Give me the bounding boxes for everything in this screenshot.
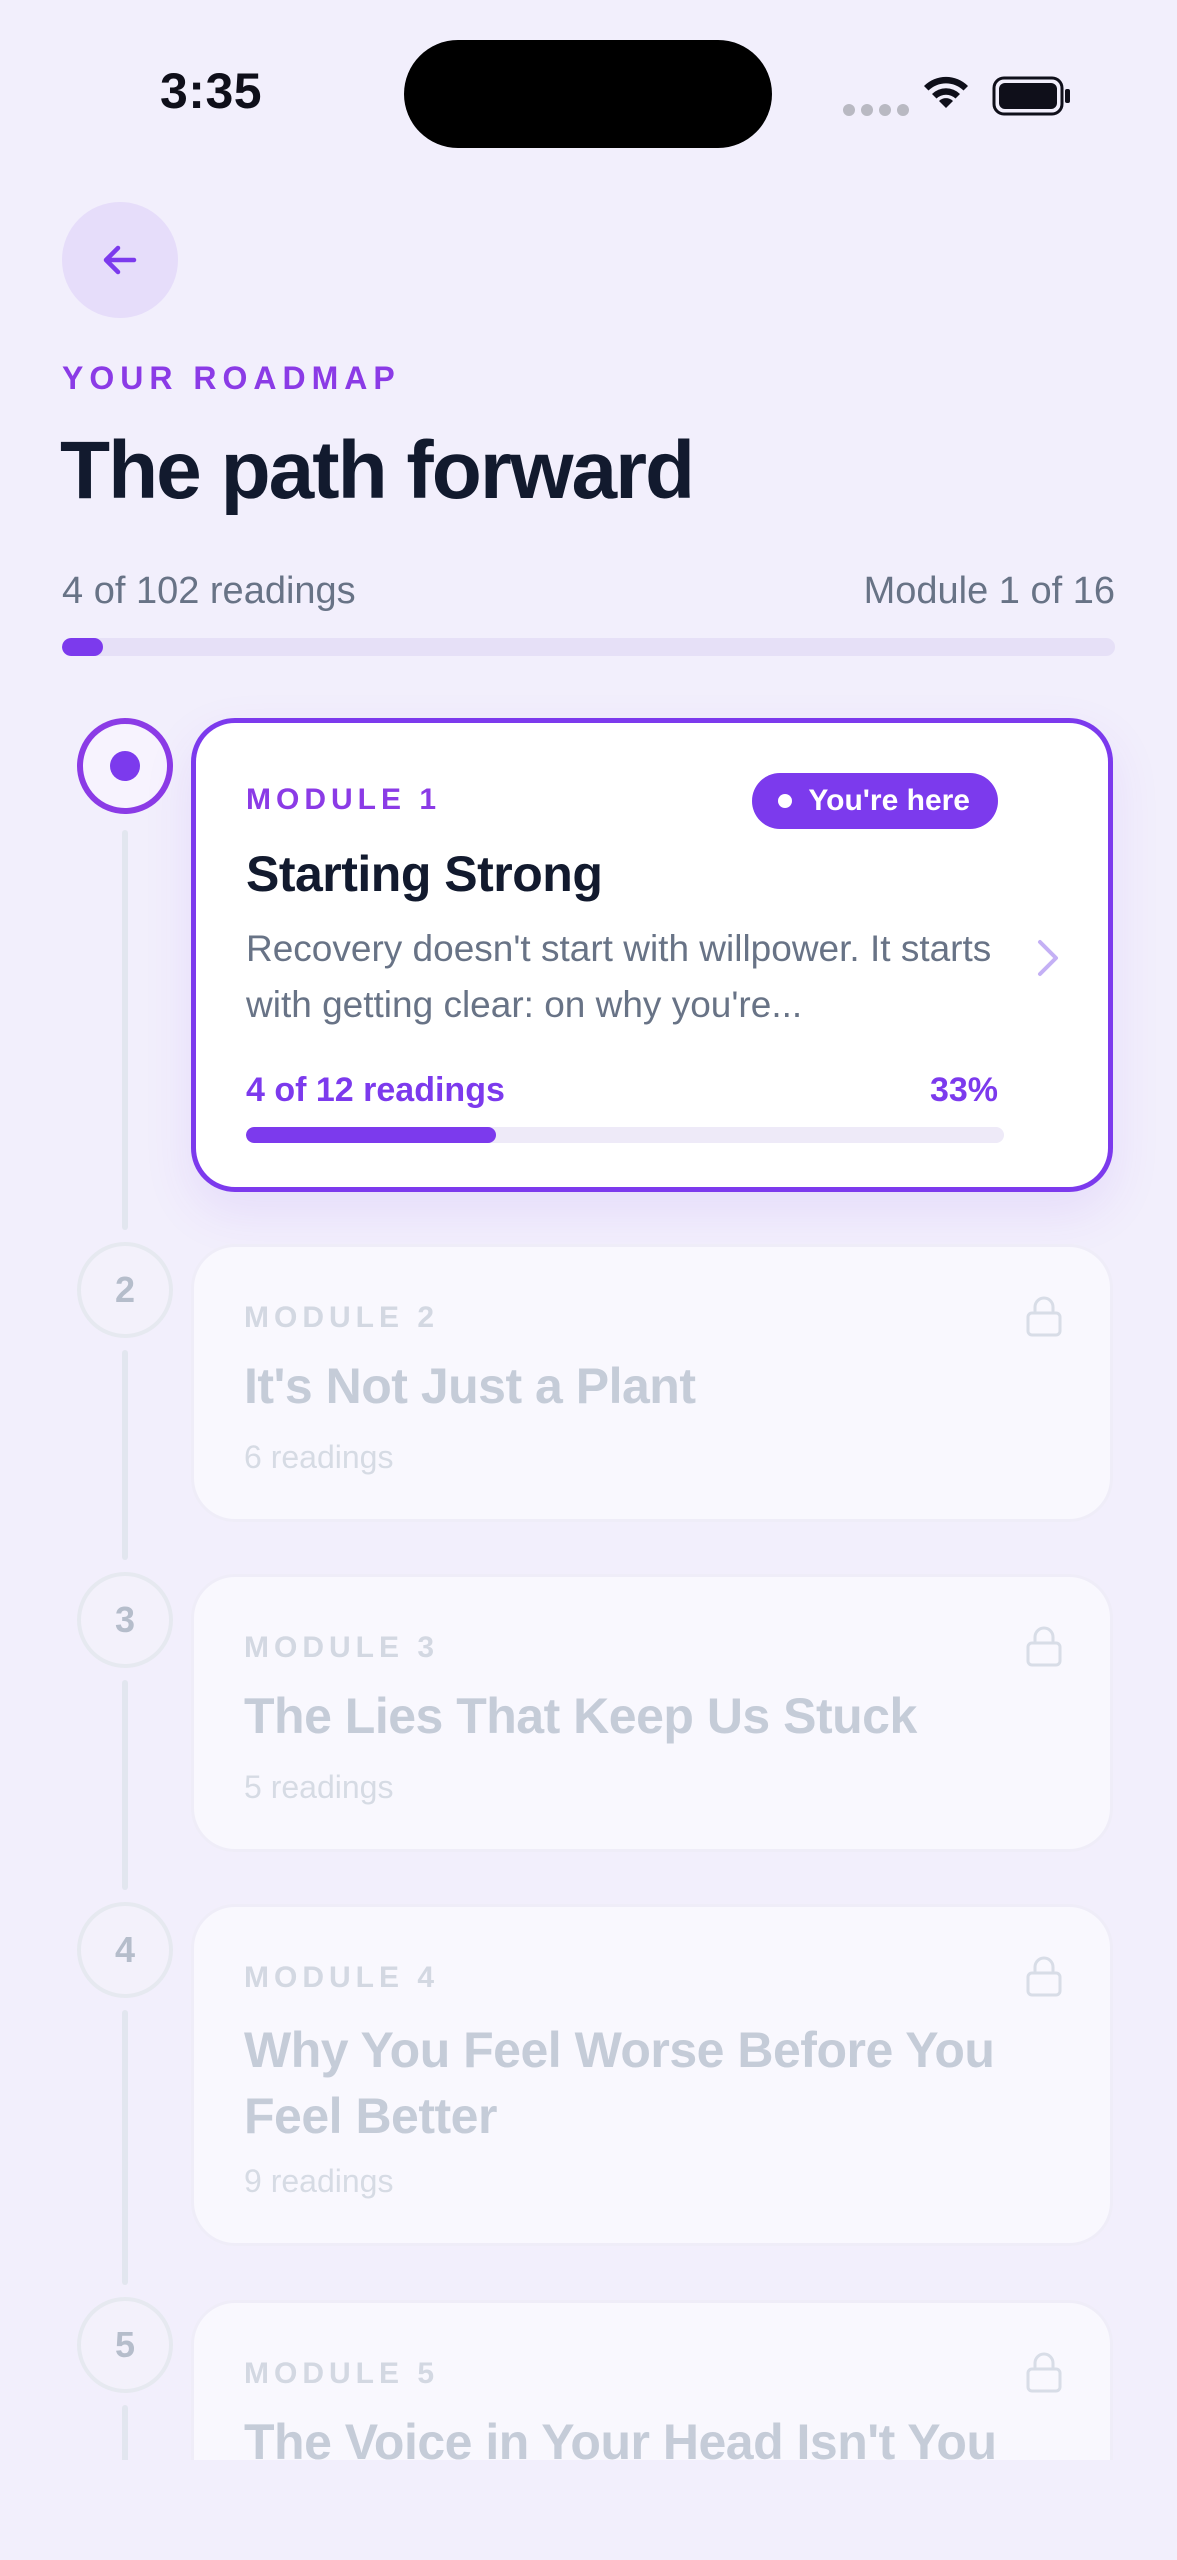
readings-progress-text: 4 of 102 readings bbox=[62, 570, 356, 612]
timeline-node-3: 3 bbox=[77, 1572, 173, 1668]
module-progress-percent: 33% bbox=[929, 1071, 998, 1109]
module-title: Starting Strong bbox=[246, 846, 603, 902]
module-card-1[interactable]: MODULE 1 You're here Starting Strong Rec… bbox=[191, 718, 1113, 1192]
module-readings-count: 6 readings bbox=[244, 1439, 394, 1475]
lock-icon bbox=[1026, 1296, 1062, 1337]
timeline-connector bbox=[122, 830, 128, 1230]
section-eyebrow: YOUR ROADMAP bbox=[62, 360, 401, 396]
timeline-connector bbox=[122, 2405, 128, 2465]
bottom-safe-area bbox=[0, 2460, 1177, 2560]
arrow-left-icon bbox=[103, 245, 137, 275]
overall-progress-fill bbox=[62, 638, 104, 656]
module-progress-bar bbox=[246, 1127, 1004, 1143]
lock-icon bbox=[1026, 1956, 1062, 1997]
module-position-text: Module 1 of 16 bbox=[863, 570, 1115, 612]
timeline-connector bbox=[122, 2010, 128, 2285]
cellular-signal-icon bbox=[843, 104, 909, 118]
lock-icon bbox=[1026, 1626, 1062, 1667]
timeline-connector bbox=[122, 1680, 128, 1890]
module-label: MODULE 4 bbox=[244, 1961, 440, 1994]
timeline-node-4: 4 bbox=[77, 1902, 173, 1998]
module-readings-count: 5 readings bbox=[244, 1769, 394, 1805]
module-label: MODULE 3 bbox=[244, 1631, 440, 1664]
timeline-node-current bbox=[77, 718, 173, 814]
module-label: MODULE 2 bbox=[244, 1301, 440, 1334]
module-title: The Lies That Keep Us Stuck bbox=[244, 1688, 917, 1744]
battery-icon bbox=[992, 76, 1070, 116]
module-title: It's Not Just a Plant bbox=[244, 1358, 696, 1414]
module-card-2[interactable]: MODULE 2 It's Not Just a Plant 6 reading… bbox=[191, 1244, 1113, 1522]
module-description: Recovery doesn't start with willpower. I… bbox=[246, 928, 992, 1025]
module-readings-count: 9 readings bbox=[244, 2163, 394, 2199]
module-readings-progress: 4 of 12 readings bbox=[246, 1071, 505, 1109]
page-title: The path forward bbox=[60, 425, 695, 516]
module-card-3[interactable]: MODULE 3 The Lies That Keep Us Stuck 5 r… bbox=[191, 1574, 1113, 1852]
module-label: MODULE 1 bbox=[246, 783, 442, 816]
badge-label: You're here bbox=[808, 784, 970, 817]
current-module-badge: You're here bbox=[752, 773, 998, 829]
timeline-connector bbox=[122, 1350, 128, 1560]
module-title: Why You Feel Worse Before You Feel Bette… bbox=[244, 2022, 995, 2144]
dynamic-island bbox=[404, 40, 772, 148]
timeline-node-5: 5 bbox=[77, 2297, 173, 2393]
chevron-right-icon bbox=[1038, 940, 1058, 976]
back-button[interactable] bbox=[62, 202, 178, 318]
module-label: MODULE 5 bbox=[244, 2357, 440, 2390]
lock-icon bbox=[1026, 2352, 1062, 2393]
overall-progress-bar bbox=[62, 638, 1115, 656]
module-progress-fill bbox=[246, 1127, 497, 1143]
timeline-node-2: 2 bbox=[77, 1242, 173, 1338]
status-time: 3:35 bbox=[160, 63, 263, 119]
wifi-icon bbox=[924, 76, 968, 108]
module-card-4[interactable]: MODULE 4 Why You Feel Worse Before You F… bbox=[191, 1904, 1113, 2246]
